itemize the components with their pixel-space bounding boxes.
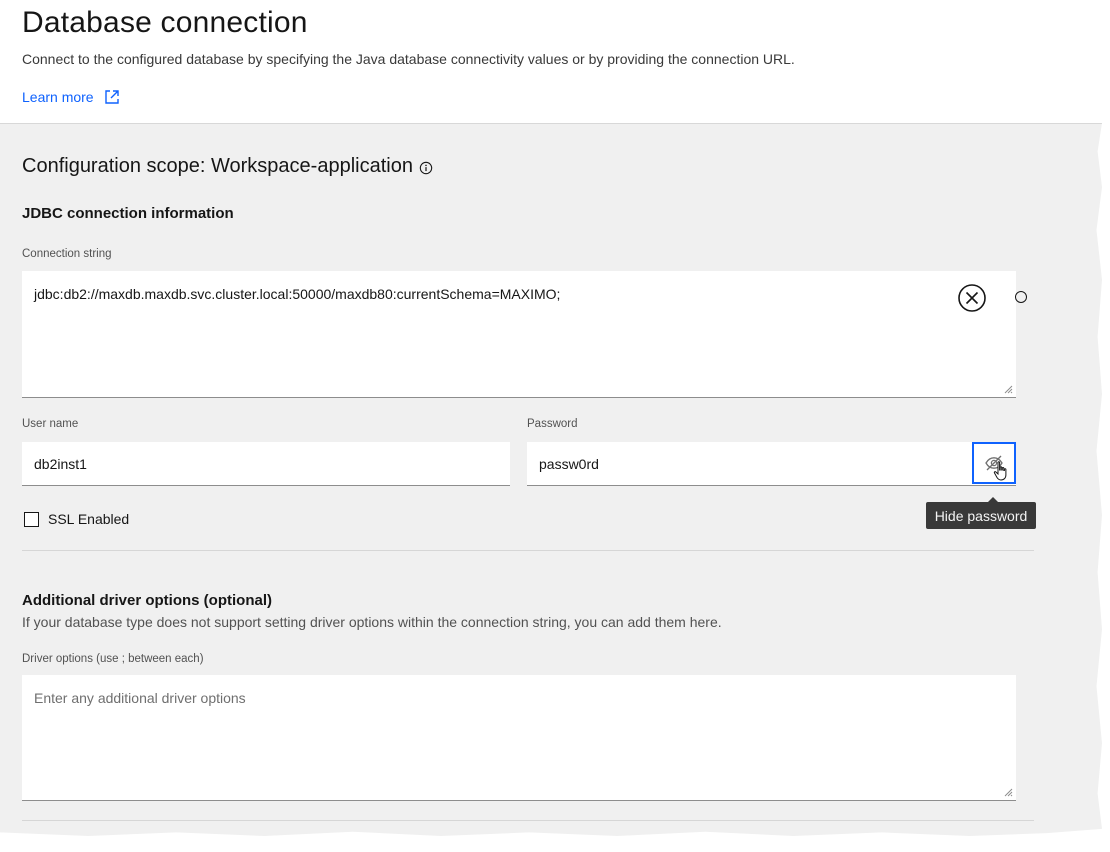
password-input[interactable]: passw0rd bbox=[527, 442, 1016, 486]
connection-string-field[interactable]: jdbc:db2://maxdb.maxdb.svc.cluster.local… bbox=[22, 271, 1016, 398]
driver-options-label: Driver options (use ; between each) bbox=[22, 653, 204, 665]
jdbc-heading: JDBC connection information bbox=[22, 205, 234, 222]
configuration-scope-label: Configuration scope: Workspace-applicati… bbox=[22, 155, 413, 177]
ssl-label[interactable]: SSL Enabled bbox=[48, 511, 129, 527]
circle-marker-icon bbox=[1015, 291, 1027, 303]
driver-options-helper: If your database type does not support s… bbox=[22, 614, 722, 630]
password-label: Password bbox=[527, 418, 578, 430]
resize-handle-icon[interactable] bbox=[1003, 384, 1013, 394]
section-divider-bottom bbox=[22, 820, 1034, 821]
password-value[interactable]: passw0rd bbox=[539, 456, 599, 472]
configuration-scope: Configuration scope: Workspace-applicati… bbox=[22, 155, 433, 178]
connection-string-value[interactable]: jdbc:db2://maxdb.maxdb.svc.cluster.local… bbox=[34, 286, 560, 302]
driver-options-field[interactable]: Enter any additional driver options bbox=[22, 675, 1016, 801]
ssl-checkbox-row[interactable]: SSL Enabled bbox=[24, 511, 129, 527]
username-input[interactable]: db2inst1 bbox=[22, 442, 510, 486]
page-header: Database connection Connect to the confi… bbox=[0, 0, 1100, 123]
page-title: Database connection bbox=[22, 6, 308, 39]
info-icon[interactable] bbox=[419, 161, 433, 175]
ssl-checkbox[interactable] bbox=[24, 511, 39, 527]
learn-more-link[interactable]: Learn more bbox=[22, 89, 120, 105]
driver-options-heading: Additional driver options (optional) bbox=[22, 592, 272, 609]
resize-handle-icon[interactable] bbox=[1003, 787, 1013, 797]
learn-more-label[interactable]: Learn more bbox=[22, 89, 94, 105]
hand-cursor-icon bbox=[993, 461, 1007, 481]
username-value[interactable]: db2inst1 bbox=[34, 456, 87, 472]
section-divider bbox=[22, 550, 1034, 551]
driver-options-placeholder[interactable]: Enter any additional driver options bbox=[34, 690, 246, 706]
username-label: User name bbox=[22, 418, 79, 430]
hide-password-tooltip: Hide password bbox=[926, 497, 1036, 529]
connection-string-label: Connection string bbox=[22, 248, 112, 260]
close-circle-icon[interactable] bbox=[956, 282, 988, 314]
external-link-icon bbox=[104, 90, 119, 104]
page-description: Connect to the configured database by sp… bbox=[22, 51, 795, 67]
